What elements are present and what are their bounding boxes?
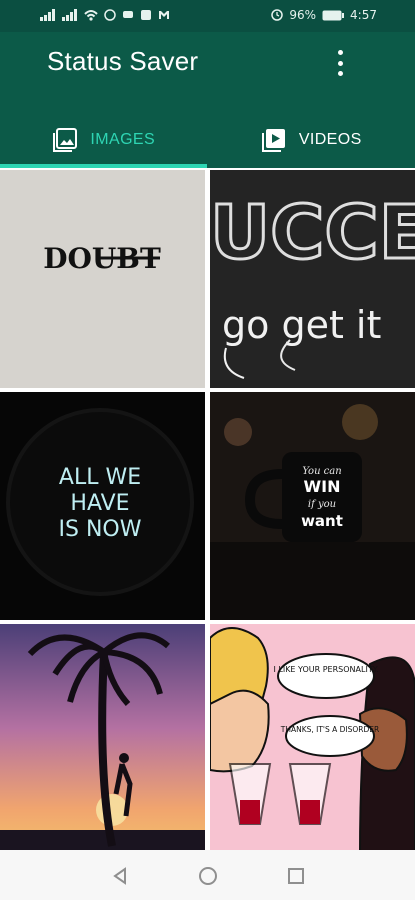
image-text-line-4: want — [301, 512, 343, 530]
message-icon — [123, 11, 133, 18]
system-nav-bar — [0, 850, 415, 900]
tab-images[interactable]: IMAGES — [0, 112, 208, 168]
alarm-icon — [271, 9, 284, 21]
status-image-thumbnail[interactable] — [0, 624, 205, 856]
status-image-thumbnail[interactable]: UCCES go get it — [210, 170, 415, 388]
image-text-line-3: IS NOW — [59, 517, 142, 542]
battery-icon — [322, 10, 345, 20]
comic-bubble-2: THANKS, IT'S A DISORDER — [280, 725, 380, 734]
recent-apps-icon[interactable] — [286, 866, 306, 886]
image-text-line-2: HAVE — [70, 491, 129, 516]
image-text-bottom: go get it — [222, 303, 381, 347]
picture-icon — [141, 10, 151, 20]
image-text-line-1: ALL WE — [59, 465, 141, 490]
status-image-thumbnail[interactable]: DOUBT — [0, 170, 205, 388]
tab-videos-label: VIDEOS — [298, 131, 362, 148]
wifi-icon — [84, 10, 98, 21]
video-icon — [261, 129, 285, 152]
image-text-line-2: WIN — [304, 477, 341, 496]
image-icon — [53, 128, 78, 152]
clock: 4:57 — [350, 8, 377, 22]
more-vert-icon[interactable] — [330, 50, 350, 76]
status-image-thumbnail[interactable]: ALL WE HAVE IS NOW — [0, 392, 205, 620]
status-icons-left — [40, 9, 170, 21]
battery-percent: 96% — [289, 8, 317, 22]
image-text-line-1: You can — [302, 466, 341, 477]
signal-icon — [40, 9, 55, 21]
image-text-top: UCCES — [210, 190, 415, 276]
comic-bubble-1: I LIKE YOUR PERSONALITY. — [273, 665, 378, 674]
status-image-thumbnail[interactable]: You can WIN if you want — [210, 392, 415, 620]
signal-icon — [62, 9, 77, 21]
gmail-icon — [159, 11, 169, 19]
home-icon[interactable] — [198, 866, 218, 886]
app-title: Status Saver — [47, 46, 199, 76]
status-bar: 96% 4:57 — [0, 0, 415, 32]
back-icon[interactable] — [110, 866, 130, 886]
status-icons-right: 96% 4:57 — [271, 8, 377, 22]
app-bar: Status Saver IMAGES VIDEOS — [0, 32, 415, 168]
whatsapp-icon — [104, 9, 116, 21]
tab-videos[interactable]: VIDEOS — [208, 112, 415, 168]
image-grid: DOUBT UCCES go get it ALL WE HAVE IS NOW — [0, 168, 415, 856]
tab-bar: IMAGES VIDEOS — [0, 112, 415, 168]
tab-images-label: IMAGES — [90, 131, 156, 148]
image-text-line-3: if you — [308, 499, 336, 510]
status-image-thumbnail[interactable]: I LIKE YOUR PERSONALITY. THANKS, IT'S A … — [210, 624, 415, 856]
